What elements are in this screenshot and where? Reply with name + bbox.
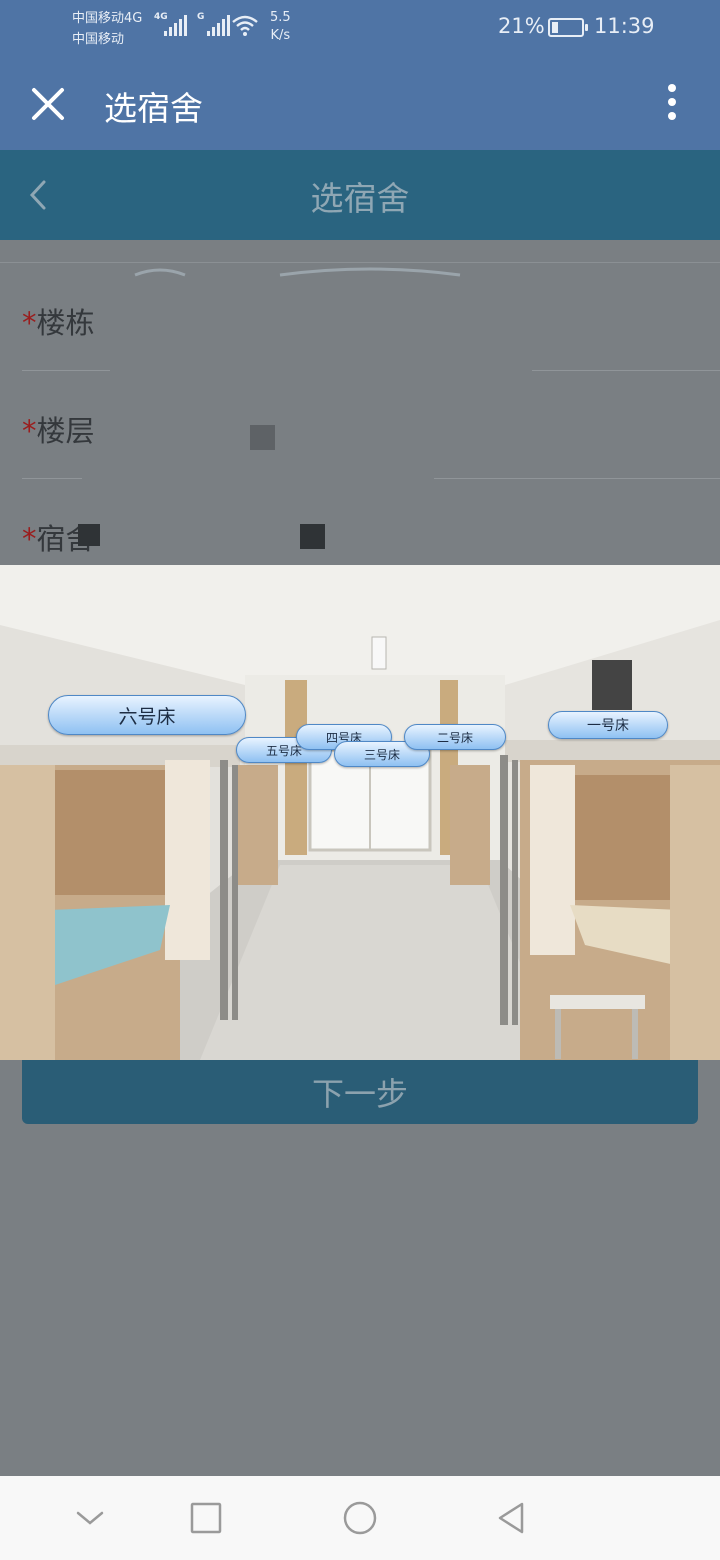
divider — [22, 370, 110, 371]
back-button[interactable] — [20, 174, 60, 216]
close-icon — [32, 88, 64, 120]
building-field-label[interactable]: *楼栋 — [22, 300, 95, 342]
divider — [22, 478, 82, 479]
dorm-room-photo: 六号床 五号床 四号床 三号床 二号床 一号床 — [0, 565, 720, 1060]
bed-6-tag[interactable]: 六号床 — [48, 695, 246, 735]
dorm-form: *楼栋 *楼层 *宿舍 — [0, 240, 720, 565]
triangle-back-icon — [498, 1502, 524, 1534]
status-bar: 中国移动4G 中国移动 4G G 5.5 K/s 21% 11:39 — [0, 0, 720, 56]
network-speed: 5.5 K/s — [270, 10, 291, 43]
bed-1-tag[interactable]: 一号床 — [548, 711, 668, 739]
circle-icon — [343, 1501, 377, 1535]
page-header: 选宿舍 — [0, 150, 720, 240]
close-button[interactable] — [28, 84, 68, 124]
carrier-secondary: 中国移动 — [72, 32, 125, 47]
chevron-left-icon — [29, 180, 46, 210]
floor-field-label[interactable]: *楼层 — [22, 408, 95, 450]
system-nav-bar — [0, 1476, 720, 1560]
battery-percent: 21% — [498, 14, 545, 38]
next-step-button[interactable]: 下一步 — [22, 1060, 698, 1124]
app-title: 选宿舍 — [104, 89, 203, 128]
home-button[interactable] — [342, 1500, 378, 1536]
chevron-down-icon — [76, 1511, 104, 1525]
carrier-info: 中国移动4G 中国移动 — [72, 8, 142, 50]
more-options-button[interactable] — [654, 78, 690, 126]
carrier-primary: 中国移动4G — [72, 11, 143, 26]
bed-2-tag[interactable]: 二号床 — [404, 724, 506, 750]
battery-fill — [552, 22, 558, 33]
page-title: 选宿舍 — [310, 179, 410, 218]
placeholder-square — [250, 425, 275, 450]
more-vertical-icon — [668, 84, 676, 92]
divider — [434, 478, 720, 479]
clock: 11:39 — [594, 14, 655, 38]
hide-keyboard-button[interactable] — [72, 1500, 108, 1536]
wifi-icon — [232, 15, 258, 36]
divider — [0, 262, 720, 263]
divider — [532, 370, 720, 371]
battery-icon — [548, 18, 588, 37]
recents-button[interactable] — [188, 1500, 224, 1536]
decorative-wave — [134, 267, 461, 277]
placeholder-square — [78, 524, 100, 546]
back-nav-button[interactable] — [494, 1500, 530, 1536]
dorm-room-illustration — [0, 565, 720, 1060]
app-title-bar: 选宿舍 — [0, 56, 720, 150]
placeholder-square — [300, 524, 325, 549]
square-icon — [190, 1502, 222, 1534]
